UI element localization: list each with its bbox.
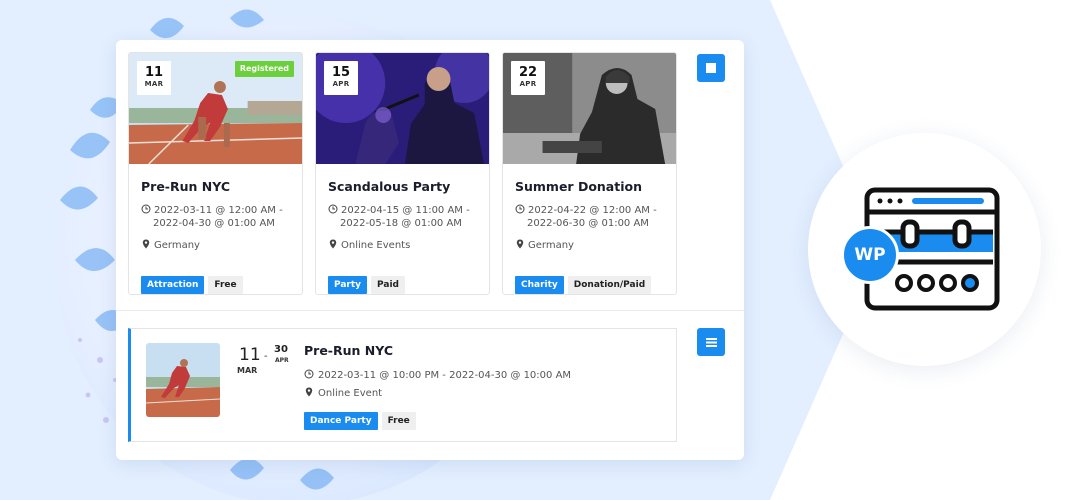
calendar-browser-icon <box>864 187 1000 311</box>
wp-logo-badge: WP <box>841 226 899 284</box>
